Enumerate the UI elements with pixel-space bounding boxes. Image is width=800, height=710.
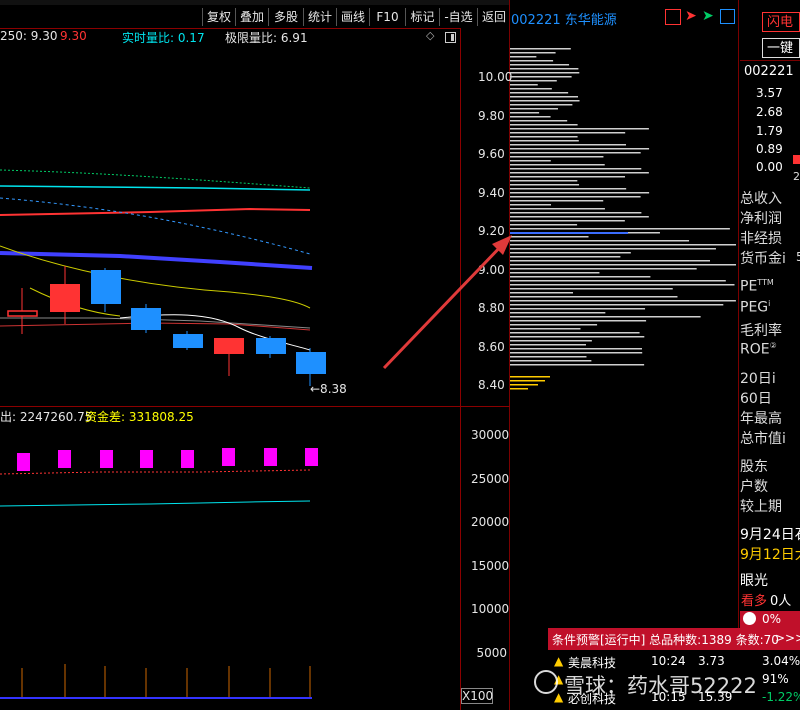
annotation-arrow (382, 235, 512, 370)
ratio-pe: PETTM (740, 278, 774, 295)
one-key-button[interactable]: 一键 (762, 38, 800, 58)
news-date-2[interactable]: 9月12日大 (740, 544, 800, 564)
ratio-peg: PEGi (740, 299, 771, 316)
period-market-cap: 总市值i (740, 431, 786, 447)
alert-row-time: 10:24 (651, 654, 686, 668)
period-60d: 60日 (740, 391, 772, 407)
alert-row-pct: 3.04% (762, 654, 800, 668)
bull-label: 看多 (741, 594, 768, 609)
period-year-high: 年最高 (740, 411, 782, 427)
alert-header[interactable]: 条件预警[运行中] 总品种数:1389 条数:70 >>> (548, 628, 800, 650)
thumb-icon (743, 612, 756, 625)
level-bar (793, 155, 800, 164)
pct-badge: 0% (740, 611, 800, 628)
holder-label: 股东 (740, 459, 768, 475)
flash-button[interactable]: 闪电 (762, 12, 800, 32)
bull-count: 0人 (770, 594, 792, 609)
watermark-text: 雪球：药水哥52222 (564, 674, 757, 698)
level-extra: 2 (793, 170, 800, 183)
holder-change: 较上期 (740, 499, 782, 515)
level-0: 3.57 (756, 86, 783, 100)
right-stock-code: 002221 (744, 64, 794, 79)
fin-net-profit: 净利润 (740, 211, 782, 227)
fin-total-revenue: 总收入 (740, 191, 782, 207)
eye-label: 眼光 (740, 573, 768, 589)
period-20d: 20日i (740, 371, 776, 387)
alert-row-icon: ▲ (554, 690, 564, 704)
holder-count: 户数 (740, 479, 768, 495)
ratio-roe: ROE② (740, 341, 777, 358)
snowball-logo-icon (534, 670, 558, 694)
level-1: 2.68 (756, 105, 783, 119)
fin-cash: 货币金i (740, 251, 786, 267)
ratio-gross-margin: 毛利率 (740, 323, 782, 339)
fin-extra: 5 (796, 250, 800, 264)
expand-arrows[interactable]: >>> (775, 631, 800, 645)
level-2: 1.79 (756, 124, 783, 138)
alert-row-pct: 91% (762, 672, 789, 686)
alert-row-icon: ▲ (554, 654, 564, 668)
alert-row-pct: -1.22% (762, 690, 800, 704)
fin-non-recurring: 非经损 (740, 231, 782, 247)
news-date-1[interactable]: 9月24日石 (740, 524, 800, 544)
alert-row-name: 美晨科技 (568, 656, 617, 670)
level-3: 0.89 (756, 142, 783, 156)
alert-row-price: 3.73 (698, 654, 725, 668)
